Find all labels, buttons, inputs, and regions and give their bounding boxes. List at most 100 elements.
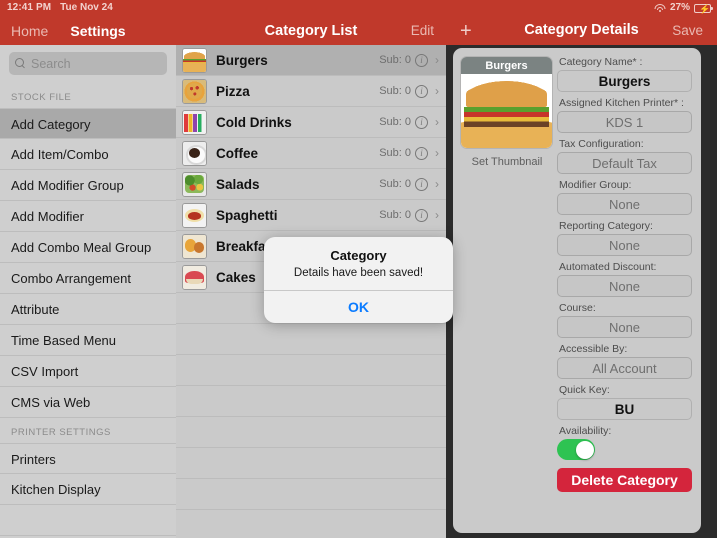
chevron-right-icon: › xyxy=(435,53,439,67)
sub-count: Sub: 0 xyxy=(379,147,411,159)
table-row-empty xyxy=(176,324,446,355)
chevron-right-icon: › xyxy=(435,177,439,191)
table-row[interactable]: Pizza Sub: 0 i › xyxy=(176,76,446,107)
nav-settings-title: Settings xyxy=(70,22,126,39)
reporting-category-field[interactable]: None xyxy=(557,234,692,256)
sidebar-item-partial[interactable] xyxy=(0,505,176,536)
category-name: Spaghetti xyxy=(216,207,278,223)
row-actions: Sub: 0 i › xyxy=(379,146,446,160)
nav-home-button[interactable]: Home xyxy=(11,23,48,39)
status-right-group: 27% ⚡ xyxy=(654,0,713,16)
burger-thumbnail xyxy=(182,47,207,73)
status-time: 12:41 PM xyxy=(7,2,52,13)
field-value: KDS 1 xyxy=(605,114,644,130)
field-value: BU xyxy=(614,401,635,417)
field-label-automated-discount: Automated Discount: xyxy=(559,261,657,273)
field-label-kitchen-printer: Assigned Kitchen Printer* : xyxy=(559,97,684,109)
field-label-tax-configuration: Tax Configuration: xyxy=(559,138,644,150)
table-row[interactable]: Spaghetti Sub: 0 i › xyxy=(176,200,446,231)
search-input[interactable]: Search xyxy=(9,52,167,75)
info-circle-icon[interactable]: i xyxy=(415,84,428,98)
sidebar-item-combo-arrangement[interactable]: Combo Arrangement xyxy=(0,263,176,294)
sidebar-item-kitchen-display[interactable]: Kitchen Display xyxy=(0,474,176,505)
table-row-empty xyxy=(176,510,446,538)
sidebar-item-label: Add Modifier Group xyxy=(11,178,124,193)
table-row[interactable]: Cold Drinks Sub: 0 i › xyxy=(176,107,446,138)
search-icon xyxy=(15,58,26,69)
info-circle-icon[interactable]: i xyxy=(415,53,428,67)
field-label-category-name: Category Name* : xyxy=(559,56,643,68)
sidebar-item-add-modifier[interactable]: Add Modifier xyxy=(0,201,176,232)
sidebar-item-label: Printers xyxy=(11,452,56,467)
field-label-course: Course: xyxy=(559,302,596,314)
category-name-field[interactable]: Burgers xyxy=(557,70,692,92)
availability-toggle[interactable] xyxy=(557,439,595,460)
coffee-thumbnail xyxy=(182,140,207,166)
field-value: Default Tax xyxy=(592,155,657,171)
chevron-right-icon: › xyxy=(435,146,439,160)
table-row[interactable]: Coffee Sub: 0 i › xyxy=(176,138,446,169)
course-field[interactable]: None xyxy=(557,316,692,338)
sidebar-item-time-based-menu[interactable]: Time Based Menu xyxy=(0,325,176,356)
thumbnail-preview[interactable]: Burgers xyxy=(460,56,553,149)
info-circle-icon[interactable]: i xyxy=(415,208,428,222)
thumbnail-caption: Burgers xyxy=(461,57,552,74)
table-row[interactable]: Salads Sub: 0 i › xyxy=(176,169,446,200)
table-row-empty xyxy=(176,386,446,417)
status-date: Tue Nov 24 xyxy=(60,2,113,13)
alert-body: Category Details have been saved! xyxy=(264,237,453,290)
drinks-thumbnail xyxy=(182,109,207,135)
delete-category-button[interactable]: Delete Category xyxy=(557,468,692,492)
category-name: Pizza xyxy=(216,83,250,99)
field-value: None xyxy=(608,237,641,253)
sidebar-item-add-modifier-group[interactable]: Add Modifier Group xyxy=(0,170,176,201)
sidebar-item-add-item-combo[interactable]: Add Item/Combo xyxy=(0,139,176,170)
status-bar: 12:41 PM Tue Nov 24 27% ⚡ xyxy=(0,0,717,16)
sidebar-item-add-category[interactable]: Add Category xyxy=(0,108,176,139)
field-value: None xyxy=(608,319,641,335)
sidebar-item-cms-via-web[interactable]: CMS via Web xyxy=(0,387,176,418)
fields-column: Category Name* : Burgers Assigned Kitche… xyxy=(554,56,701,533)
kitchen-printer-field[interactable]: KDS 1 xyxy=(557,111,692,133)
field-label-modifier-group: Modifier Group: xyxy=(559,179,632,191)
alert-title: Category xyxy=(330,248,387,263)
info-circle-icon[interactable]: i xyxy=(415,146,428,160)
cake-thumbnail xyxy=(182,264,207,290)
modifier-group-field[interactable]: None xyxy=(557,193,692,215)
alert-dialog: Category Details have been saved! OK xyxy=(264,237,453,323)
sub-count: Sub: 0 xyxy=(379,178,411,190)
edit-button[interactable]: Edit xyxy=(411,16,434,45)
thumbnail-column: Burgers Set Thumbnail xyxy=(453,56,554,533)
row-actions: Sub: 0 i › xyxy=(379,115,446,129)
category-name: Cold Drinks xyxy=(216,114,292,130)
table-row-empty xyxy=(176,417,446,448)
save-button[interactable]: Save xyxy=(672,16,703,45)
spaghetti-thumbnail xyxy=(182,202,207,228)
sidebar-item-attribute[interactable]: Attribute xyxy=(0,294,176,325)
table-row-empty xyxy=(176,448,446,479)
chevron-right-icon: › xyxy=(435,84,439,98)
accessible-by-field[interactable]: All Account xyxy=(557,357,692,379)
sub-count: Sub: 0 xyxy=(379,116,411,128)
field-value: None xyxy=(608,196,641,212)
row-actions: Sub: 0 i › xyxy=(379,208,446,222)
field-value: All Account xyxy=(592,360,657,376)
alert-ok-button[interactable]: OK xyxy=(264,291,453,323)
sidebar-item-printers[interactable]: Printers xyxy=(0,443,176,474)
field-label-quick-key: Quick Key: xyxy=(559,384,610,396)
field-label-accessible-by: Accessible By: xyxy=(559,343,628,355)
info-circle-icon[interactable]: i xyxy=(415,115,428,129)
quick-key-field[interactable]: BU xyxy=(557,398,692,420)
field-value: Burgers xyxy=(598,73,651,89)
table-row[interactable]: Burgers Sub: 0 i › xyxy=(176,45,446,76)
sidebar-item-add-combo-meal-group[interactable]: Add Combo Meal Group xyxy=(0,232,176,263)
info-circle-icon[interactable]: i xyxy=(415,177,428,191)
sidebar-section-header-stock-file: STOCK FILE xyxy=(0,83,176,108)
set-thumbnail-button[interactable]: Set Thumbnail xyxy=(460,156,554,168)
category-details-form: Burgers Set Thumbnail Category Name* : B… xyxy=(453,48,701,533)
field-label-reporting-category: Reporting Category: xyxy=(559,220,653,232)
automated-discount-field[interactable]: None xyxy=(557,275,692,297)
tax-configuration-field[interactable]: Default Tax xyxy=(557,152,692,174)
breakfast-thumbnail xyxy=(182,233,207,259)
sidebar-item-csv-import[interactable]: CSV Import xyxy=(0,356,176,387)
